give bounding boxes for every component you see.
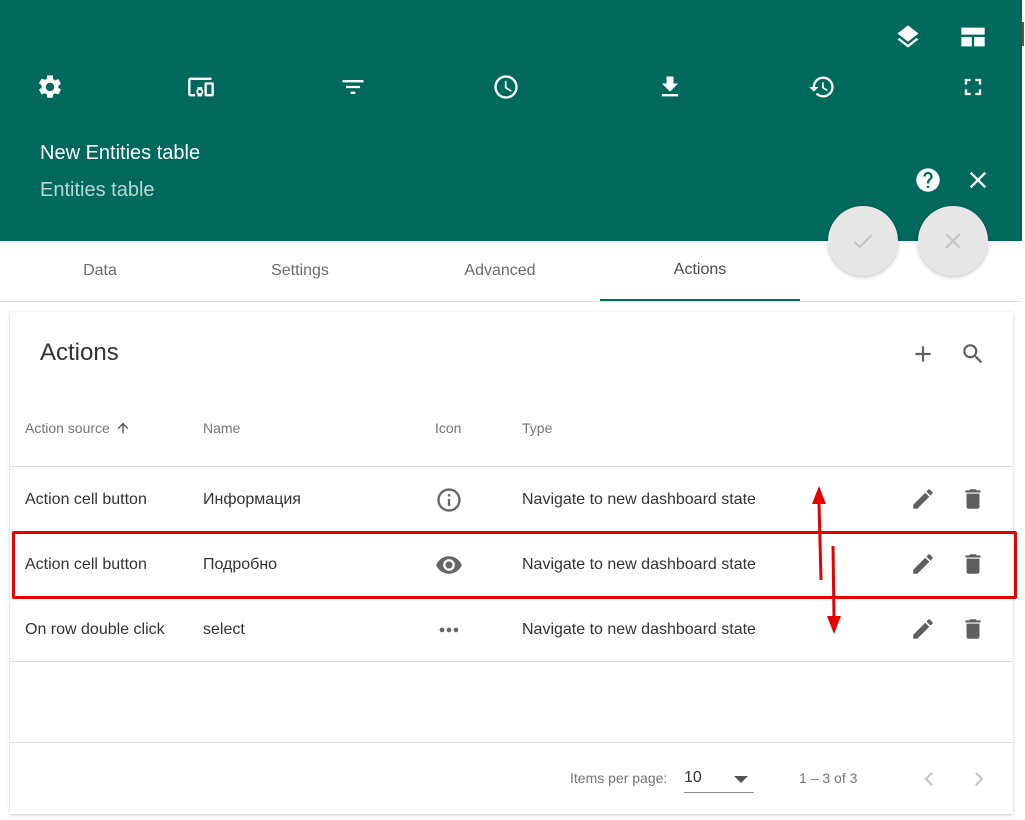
edit-action-button[interactable] bbox=[908, 549, 938, 579]
more-horiz-icon bbox=[435, 597, 463, 662]
eye-icon bbox=[435, 532, 463, 597]
delete-action-button[interactable] bbox=[958, 614, 988, 644]
action-name-cell: select bbox=[203, 620, 245, 638]
cancel-button[interactable] bbox=[918, 206, 988, 276]
pencil-icon bbox=[913, 554, 933, 574]
delete-action-button[interactable] bbox=[958, 549, 988, 579]
layers-icon[interactable] bbox=[893, 22, 923, 52]
action-name-cell: Информация bbox=[203, 490, 301, 508]
column-header-name[interactable]: Name bbox=[203, 420, 240, 436]
apply-check-icon bbox=[853, 234, 873, 249]
trash-icon bbox=[965, 489, 981, 509]
column-header-action-source[interactable]: Action source bbox=[25, 420, 131, 436]
actions-card: Actions Action source Name Icon Type Act… bbox=[10, 312, 1013, 814]
action-type-cell: Navigate to new dashboard state bbox=[522, 490, 756, 508]
action-source-cell: Action cell button bbox=[25, 555, 147, 573]
items-per-page-label: Items per page: bbox=[570, 770, 668, 786]
items-per-page-value: 10 bbox=[684, 769, 702, 786]
pencil-icon bbox=[913, 619, 933, 639]
previous-page-button[interactable] bbox=[914, 764, 944, 794]
action-type-cell: Navigate to new dashboard state bbox=[522, 555, 756, 573]
dropdown-caret-icon bbox=[734, 776, 748, 783]
gear-icon[interactable] bbox=[35, 72, 65, 102]
search-action-button[interactable] bbox=[958, 339, 988, 369]
clock-icon[interactable] bbox=[491, 72, 521, 102]
search-icon bbox=[963, 344, 983, 364]
delete-action-button[interactable] bbox=[958, 484, 988, 514]
filter-icon[interactable] bbox=[338, 72, 368, 102]
widget-title: New Entities table bbox=[40, 142, 201, 164]
tab-data[interactable]: Data bbox=[0, 241, 200, 301]
help-icon[interactable] bbox=[913, 165, 943, 195]
chevron-right-icon bbox=[975, 772, 984, 786]
table-row[interactable]: Action cell button Информация Navigate t… bbox=[10, 467, 1013, 532]
action-name-cell: Подробно bbox=[203, 555, 278, 573]
add-action-button[interactable] bbox=[908, 339, 938, 369]
close-icon[interactable] bbox=[963, 165, 993, 195]
column-header-icon[interactable]: Icon bbox=[435, 420, 461, 436]
apply-button[interactable] bbox=[828, 206, 898, 276]
fullscreen-icon[interactable] bbox=[958, 72, 988, 102]
table-bottom-divider bbox=[10, 661, 1013, 662]
download-icon[interactable] bbox=[655, 72, 685, 102]
widget-config-header: New Entities table Entities table bbox=[0, 0, 1022, 241]
pencil-icon bbox=[913, 489, 933, 509]
devices-icon[interactable] bbox=[186, 72, 216, 102]
table-row[interactable]: Action cell button Подробно Navigate to … bbox=[10, 532, 1013, 597]
items-per-page-select[interactable]: 10 bbox=[684, 765, 754, 793]
actions-title: Actions bbox=[40, 339, 119, 366]
widget-type-subtitle: Entities table bbox=[40, 179, 155, 201]
sort-arrow-up-icon bbox=[117, 422, 129, 434]
tab-actions[interactable]: Actions bbox=[600, 241, 800, 301]
edit-action-button[interactable] bbox=[908, 614, 938, 644]
chevron-left-icon bbox=[924, 772, 933, 786]
tab-advanced[interactable]: Advanced bbox=[400, 241, 600, 301]
action-source-cell: Action cell button bbox=[25, 490, 147, 508]
table-row[interactable]: On row double click select Navigate to n… bbox=[10, 597, 1013, 662]
plus-icon bbox=[915, 346, 931, 362]
layout-icon[interactable] bbox=[958, 22, 988, 52]
page-range: 1 – 3 of 3 bbox=[799, 770, 858, 786]
tab-settings[interactable]: Settings bbox=[200, 241, 400, 301]
column-header-type[interactable]: Type bbox=[522, 420, 552, 436]
paginator-divider bbox=[10, 742, 1013, 743]
cancel-close-icon bbox=[945, 233, 961, 249]
info-icon bbox=[435, 467, 463, 532]
action-source-cell: On row double click bbox=[25, 620, 165, 638]
history-icon[interactable] bbox=[807, 72, 837, 102]
trash-icon bbox=[965, 619, 981, 639]
action-type-cell: Navigate to new dashboard state bbox=[522, 620, 756, 638]
next-page-button[interactable] bbox=[964, 764, 994, 794]
trash-icon bbox=[965, 554, 981, 574]
edit-action-button[interactable] bbox=[908, 484, 938, 514]
